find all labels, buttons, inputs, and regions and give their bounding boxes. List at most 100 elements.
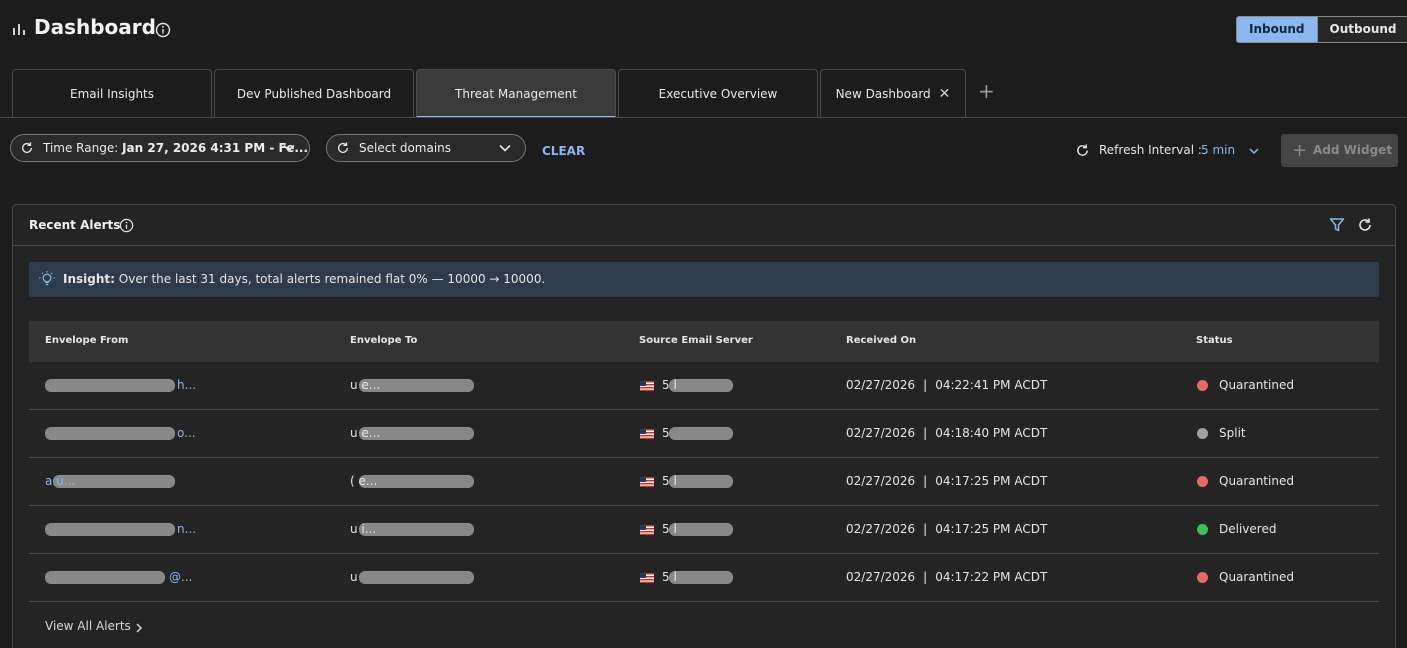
redacted-block bbox=[359, 523, 474, 536]
tab-label: Email Insights bbox=[69, 87, 155, 101]
recent-alerts-widget: Recent Alerts Insight: Over the last 31 … bbox=[12, 204, 1396, 648]
insight-banner: Insight: Over the last 31 days, total al… bbox=[29, 262, 1379, 297]
received-time: 04:22:41 PM ACDT bbox=[935, 378, 1048, 392]
envelope-to: ( e... bbox=[350, 474, 378, 488]
column-header[interactable]: Envelope To bbox=[350, 335, 417, 346]
tab-label: Dev Published Dashboard bbox=[236, 87, 392, 101]
column-header[interactable]: Received On bbox=[846, 335, 916, 346]
page-header: Dashboard Inbound Outbound bbox=[0, 0, 1407, 62]
envelope-from[interactable]: a u... bbox=[45, 474, 75, 488]
redacted-block bbox=[45, 379, 175, 392]
chevron-down-icon[interactable] bbox=[1248, 146, 1260, 156]
view-all-alerts-link[interactable]: View All Alerts bbox=[45, 619, 131, 633]
column-header[interactable]: Source Email Server bbox=[639, 335, 753, 346]
tab-threat-management[interactable]: Threat Management bbox=[416, 69, 616, 118]
us-flag-icon bbox=[640, 429, 654, 439]
column-header[interactable]: Status bbox=[1196, 335, 1233, 346]
envelope-from[interactable]: h... bbox=[177, 378, 196, 392]
redacted-block bbox=[45, 523, 175, 536]
separator: | bbox=[923, 378, 928, 392]
plus-icon: + bbox=[1292, 140, 1308, 161]
status-dot bbox=[1197, 476, 1208, 487]
refresh-icon[interactable] bbox=[1357, 217, 1373, 233]
status-badge: Delivered bbox=[1219, 522, 1277, 536]
redacted-block bbox=[669, 523, 733, 536]
envelope-from[interactable]: @... bbox=[169, 570, 192, 584]
chevron-down-icon bbox=[499, 144, 511, 152]
table-header: Envelope From Envelope To Source Email S… bbox=[29, 321, 1379, 362]
inbound-toggle-button[interactable]: Inbound bbox=[1237, 17, 1317, 42]
received-time: 04:18:40 PM ACDT bbox=[935, 426, 1048, 440]
filter-icon[interactable] bbox=[1329, 217, 1345, 233]
tab-dev-published-dashboard[interactable]: Dev Published Dashboard bbox=[214, 69, 414, 118]
received-on: 02/27/2026 | 04:17:25 PM ACDT bbox=[846, 522, 1047, 536]
clear-filters-button[interactable]: CLEAR bbox=[542, 144, 585, 158]
refresh-interval-value[interactable]: 5 min bbox=[1201, 143, 1235, 157]
tab-email-insights[interactable]: Email Insights bbox=[12, 69, 212, 118]
redacted-block bbox=[669, 427, 733, 440]
separator: | bbox=[923, 522, 928, 536]
received-date: 02/27/2026 bbox=[846, 426, 916, 440]
info-icon[interactable] bbox=[119, 218, 134, 233]
source-email-server: 5 l bbox=[662, 474, 677, 488]
widget-header: Recent Alerts bbox=[13, 205, 1395, 246]
redacted-block bbox=[669, 379, 733, 392]
envelope-from[interactable]: n... bbox=[177, 522, 196, 536]
insight-label: Insight: bbox=[63, 272, 115, 286]
status-dot bbox=[1197, 380, 1208, 391]
refresh-icon bbox=[21, 142, 33, 153]
tab-new-dashboard[interactable]: New Dashboard ✕ bbox=[820, 69, 966, 118]
us-flag-icon bbox=[640, 381, 654, 391]
tab-executive-overview[interactable]: Executive Overview bbox=[618, 69, 818, 118]
table-row[interactable]: h... u e... 5 l 02/27/2026 | 04:22:41 PM A… bbox=[29, 362, 1379, 410]
info-icon[interactable] bbox=[155, 22, 171, 38]
table-row[interactable]: n... u i... 5 l 02/27/2026 | 04:17:25 PM A… bbox=[29, 506, 1379, 554]
table-row[interactable]: @... u 5 l 02/27/2026 | 04:17:22 PM ACDT Q… bbox=[29, 554, 1379, 602]
refresh-icon bbox=[337, 142, 349, 153]
outbound-toggle-button[interactable]: Outbound bbox=[1316, 17, 1407, 42]
redacted-block bbox=[669, 571, 733, 584]
chevron-down-icon bbox=[283, 144, 295, 152]
envelope-from[interactable]: o... bbox=[177, 426, 196, 440]
insight-text: Over the last 31 days, total alerts rema… bbox=[118, 272, 546, 286]
redacted-block bbox=[45, 427, 175, 440]
add-tab-icon[interactable]: + bbox=[978, 79, 995, 103]
lightbulb-icon bbox=[39, 271, 55, 286]
status-badge: Split bbox=[1219, 426, 1246, 440]
domains-placeholder: Select domains bbox=[359, 141, 452, 155]
separator: | bbox=[923, 570, 928, 584]
time-range-dropdown[interactable]: Time Range: Jan 27, 2026 4:31 PM - Fe... bbox=[10, 134, 310, 162]
refresh-icon bbox=[1077, 144, 1088, 156]
tab-label: New Dashboard bbox=[835, 87, 931, 101]
add-widget-label: Add Widget bbox=[1313, 143, 1393, 157]
us-flag-icon bbox=[640, 525, 654, 535]
received-date: 02/27/2026 bbox=[846, 570, 916, 584]
us-flag-icon bbox=[640, 477, 654, 487]
add-widget-button[interactable]: + Add Widget bbox=[1281, 134, 1398, 167]
table-row[interactable]: o... u e... 5 02/27/2026 | 04:18:40 PM ACD… bbox=[29, 410, 1379, 458]
table-row[interactable]: a u... ( e... 5 l 02/27/2026 | 04:17:25 PM… bbox=[29, 458, 1379, 506]
status-badge: Quarantined bbox=[1219, 378, 1294, 392]
status-badge: Quarantined bbox=[1219, 570, 1294, 584]
source-email-server: 5 l bbox=[662, 570, 677, 584]
tab-label: Threat Management bbox=[455, 87, 577, 101]
redacted-block bbox=[669, 475, 733, 488]
source-email-server: 5 bbox=[662, 426, 670, 440]
alerts-table: Envelope From Envelope To Source Email S… bbox=[29, 321, 1379, 602]
status-dot bbox=[1197, 524, 1208, 535]
envelope-to: u e... bbox=[350, 378, 381, 392]
received-time: 04:17:22 PM ACDT bbox=[935, 570, 1048, 584]
received-time: 04:17:25 PM ACDT bbox=[935, 474, 1048, 488]
us-flag-icon bbox=[640, 573, 654, 583]
source-email-server: 5 l bbox=[662, 522, 677, 536]
envelope-to: u e... bbox=[350, 426, 381, 440]
domains-dropdown[interactable]: Select domains bbox=[326, 134, 526, 162]
column-header[interactable]: Envelope From bbox=[45, 335, 128, 346]
envelope-to: u bbox=[350, 570, 358, 584]
chevron-right-icon[interactable] bbox=[135, 623, 143, 633]
separator: | bbox=[923, 426, 928, 440]
time-range-value: Jan 27, 2026 4:31 PM - Fe... bbox=[122, 141, 309, 155]
separator: | bbox=[923, 474, 928, 488]
close-icon[interactable]: ✕ bbox=[939, 70, 951, 118]
received-date: 02/27/2026 bbox=[846, 474, 916, 488]
